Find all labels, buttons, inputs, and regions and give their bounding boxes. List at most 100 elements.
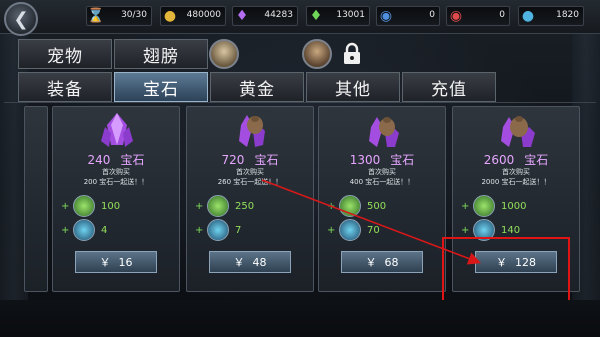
plus-icon: +	[195, 200, 204, 212]
reward-value: 7	[235, 224, 242, 236]
tab-label: 宠物	[47, 46, 83, 67]
gem-amount: 720 宝石	[187, 151, 313, 168]
bonus-text: 260 宝石一起送！！	[217, 178, 283, 186]
plus-icon: +	[327, 224, 336, 236]
resource-stamina: ⌛ 30/30	[86, 6, 152, 26]
back-button[interactable]: ❮	[4, 2, 38, 36]
resource-value: 13001	[336, 10, 365, 20]
first-purchase-label: 首次购买	[502, 168, 530, 176]
green-orb-icon	[473, 195, 495, 217]
gem-unit: 宝石	[524, 153, 549, 167]
blue-drop-icon: ●	[521, 8, 535, 24]
plus-icon: +	[461, 200, 470, 212]
gem-amount-value: 720	[221, 153, 245, 167]
tab-pet[interactable]: 宠物	[18, 39, 112, 69]
resource-gems: ♦ 44283	[232, 6, 298, 26]
plus-icon: +	[195, 224, 204, 236]
resource-blue-drop: ● 1820	[518, 6, 584, 26]
tab-other[interactable]: 其他	[306, 72, 400, 102]
reward-green: + 250	[195, 195, 254, 217]
green-crystal-icon: ♦	[309, 8, 323, 24]
price-value: 68	[384, 255, 399, 269]
blue-potion-icon: ◉	[379, 8, 393, 24]
buy-button[interactable]: ￥ 68	[341, 251, 423, 273]
footer-shadow	[0, 300, 600, 337]
resource-gold: ● 480000	[160, 6, 226, 26]
plus-icon: +	[327, 200, 336, 212]
tab-label: 充值	[431, 79, 467, 100]
gem-amount: 240 宝石	[53, 151, 179, 168]
gem-pack-card[interactable]: 240 宝石 首次购买 200 宝石一起送！！ + 100 + 4 ￥ 16	[52, 106, 180, 292]
first-purchase-label: 首次购买	[368, 168, 396, 176]
highlight-box	[442, 237, 570, 305]
currency-symbol: ￥	[365, 256, 377, 269]
tab-gems[interactable]: 宝石	[114, 72, 208, 102]
tab-gold[interactable]: 黄金	[210, 72, 304, 102]
character-avatar[interactable]	[209, 39, 239, 69]
tab-recharge[interactable]: 充值	[402, 72, 496, 102]
resource-value: 0	[499, 10, 505, 20]
tab-wings[interactable]: 翅膀	[114, 39, 208, 69]
reward-value: 1000	[501, 200, 527, 212]
buy-button[interactable]: ￥ 48	[209, 251, 291, 273]
buy-button[interactable]: ￥ 16	[75, 251, 157, 273]
gem-unit: 宝石	[390, 153, 415, 167]
tab-label: 宝石	[143, 79, 179, 100]
gem-amount-value: 2600	[483, 153, 515, 167]
price-value: 48	[252, 255, 267, 269]
gold-coin-icon: ●	[163, 8, 177, 24]
gem-amount: 1300 宝石	[319, 151, 445, 168]
tab-label: 其他	[335, 79, 371, 100]
reward-value: 70	[367, 224, 380, 236]
reward-value: 140	[501, 224, 521, 236]
plus-icon: +	[61, 224, 70, 236]
resource-red-potion: ◉ 0	[446, 6, 510, 26]
tab-label: 翅膀	[143, 46, 179, 67]
back-arrow-icon: ❮	[13, 8, 29, 30]
bonus-text: 2000 宝石一起送！！	[481, 178, 551, 186]
reward-value: 4	[101, 224, 108, 236]
bonus-text: 400 宝石一起送！！	[349, 178, 415, 186]
currency-symbol: ￥	[233, 256, 245, 269]
red-potion-icon: ◉	[449, 8, 463, 24]
card-partial	[24, 106, 48, 292]
green-orb-icon	[73, 195, 95, 217]
first-purchase-label: 首次购买	[102, 168, 130, 176]
gem-unit: 宝石	[120, 153, 145, 167]
reward-value: 250	[235, 200, 255, 212]
hourglass-icon: ⌛	[87, 8, 105, 24]
resource-value: 30/30	[121, 10, 147, 20]
reward-blue: + 70	[327, 219, 380, 241]
currency-symbol: ￥	[99, 256, 111, 269]
resource-blue-potion: ◉ 0	[376, 6, 440, 26]
reward-blue: + 7	[195, 219, 241, 241]
tab-label: 装备	[47, 79, 83, 100]
gem-pack-card[interactable]: 720 宝石 首次购买 260 宝石一起送！！ + 250 + 7 ￥ 48	[186, 106, 314, 292]
purple-gem-icon: ♦	[235, 8, 249, 24]
bonus-text: 200 宝石一起送！！	[83, 178, 149, 186]
gem-amount-value: 1300	[349, 153, 381, 167]
blue-orb-icon	[339, 219, 361, 241]
tab-equipment[interactable]: 装备	[18, 72, 112, 102]
resource-crystal: ♦ 13001	[306, 6, 370, 26]
green-orb-icon	[339, 195, 361, 217]
reward-value: 100	[101, 200, 121, 212]
tab-label: 黄金	[239, 79, 275, 100]
reward-value: 500	[367, 200, 387, 212]
resource-value: 1820	[556, 10, 579, 20]
reward-green: + 1000	[461, 195, 526, 217]
reward-green: + 100	[61, 195, 120, 217]
gem-pack-card[interactable]: 1300 宝石 首次购买 400 宝石一起送！！ + 500 + 70 ￥ 68	[318, 106, 446, 292]
reward-blue: + 4	[61, 219, 107, 241]
reward-green: + 500	[327, 195, 386, 217]
green-orb-icon	[207, 195, 229, 217]
resource-value: 0	[429, 10, 435, 20]
gem-amount-value: 240	[87, 153, 111, 167]
price-value: 16	[118, 255, 133, 269]
lock-icon	[344, 42, 360, 64]
blue-orb-icon	[207, 219, 229, 241]
blue-orb-icon	[73, 219, 95, 241]
gem-unit: 宝石	[254, 153, 279, 167]
gem-amount: 2600 宝石	[453, 151, 579, 168]
character-avatar-locked[interactable]	[302, 39, 332, 69]
